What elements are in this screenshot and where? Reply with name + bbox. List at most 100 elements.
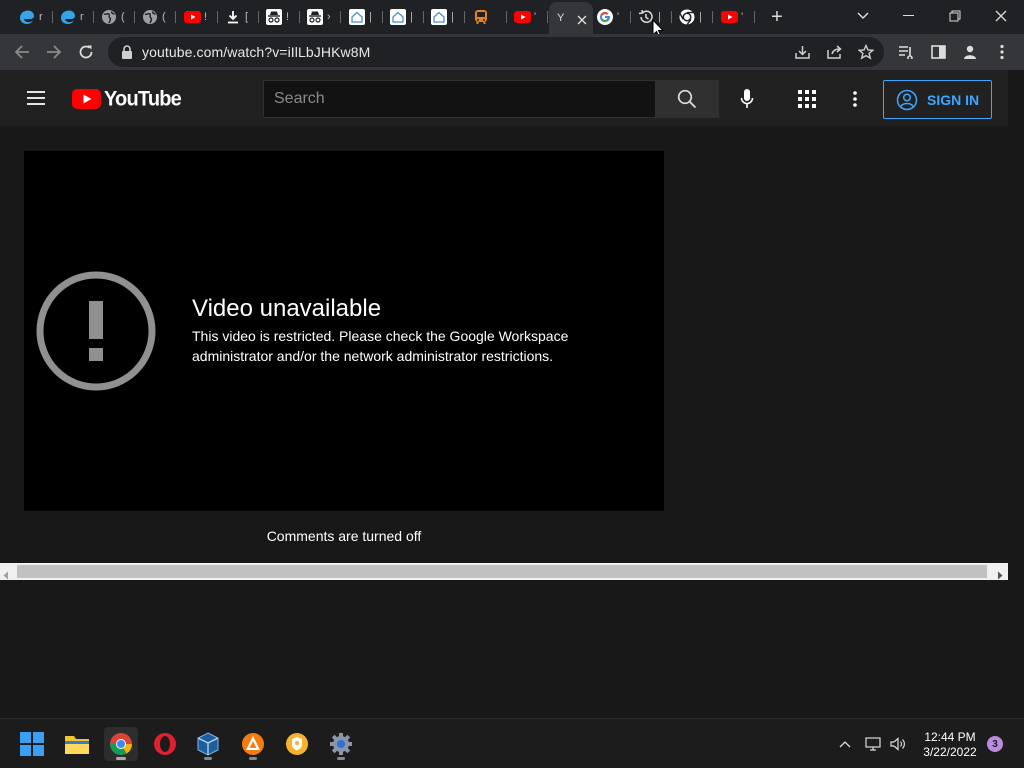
- globe-icon: [141, 8, 159, 26]
- side-panel-button[interactable]: [924, 38, 952, 66]
- guide-menu-button[interactable]: [22, 84, 50, 112]
- taskbar-chrome[interactable]: [104, 727, 138, 761]
- browser-tab[interactable]: ': [590, 4, 631, 30]
- forward-button[interactable]: [40, 38, 68, 66]
- taskbar-vlc-app[interactable]: [236, 727, 270, 761]
- taskbar-virtualbox[interactable]: [191, 727, 225, 761]
- browser-tab-strip: r r((![! › | | | ' Y ' | | ' +: [0, 0, 1024, 38]
- browser-tab[interactable]: |: [672, 4, 713, 30]
- comments-status: Comments are turned off: [266, 528, 422, 544]
- system-clock[interactable]: 12:44 PM 3/22/2022: [910, 730, 990, 760]
- horizontal-scrollbar[interactable]: [0, 563, 1008, 580]
- tab-title: |: [369, 11, 372, 23]
- browser-tab[interactable]: ': [714, 4, 755, 30]
- chevron-down-icon: [857, 12, 869, 19]
- watch-page-content: Video unavailable This video is restrict…: [0, 126, 1008, 563]
- browser-tab[interactable]: Y: [549, 2, 593, 34]
- taskbar-opera[interactable]: [148, 727, 182, 761]
- chrome-logo-icon: [110, 733, 132, 755]
- browser-tab[interactable]: !: [259, 4, 300, 30]
- tab-separator: [754, 11, 755, 23]
- address-bar[interactable]: youtube.com/watch?v=iIlLbJHKw8M: [108, 37, 884, 67]
- reload-icon: [79, 45, 93, 59]
- install-icon: [794, 46, 810, 59]
- new-tab-button[interactable]: +: [766, 6, 788, 28]
- volume-control[interactable]: [889, 735, 907, 753]
- youtube-favicon-icon: [183, 8, 201, 26]
- exclamation-circle-icon: [36, 271, 156, 391]
- close-window-button[interactable]: [978, 0, 1024, 32]
- apps-button[interactable]: [792, 84, 822, 114]
- browser-tab[interactable]: [: [218, 4, 259, 30]
- browser-tab[interactable]: r: [12, 4, 53, 30]
- tab-title: [: [245, 11, 249, 23]
- house-icon: [430, 8, 448, 26]
- arrow-right-icon: [47, 45, 62, 59]
- taskbar-settings[interactable]: [324, 727, 358, 761]
- profile-button[interactable]: [956, 38, 984, 66]
- running-indicator: [337, 757, 345, 760]
- browser-tab[interactable]: |: [424, 4, 465, 30]
- scroll-left-arrow[interactable]: [3, 567, 9, 585]
- tab-search-button[interactable]: [840, 0, 886, 32]
- house-icon: [389, 8, 407, 26]
- scroll-right-arrow[interactable]: [997, 567, 1003, 585]
- taskbar-shield-app[interactable]: [280, 727, 314, 761]
- browser-tab[interactable]: !: [177, 4, 218, 30]
- running-indicator: [204, 757, 212, 760]
- close-icon: [577, 15, 587, 25]
- settings-menu-button[interactable]: [840, 84, 870, 114]
- clock-time: 12:44 PM: [924, 730, 976, 744]
- tab-title: r: [80, 11, 84, 23]
- sign-in-button[interactable]: SIGN IN: [883, 80, 992, 119]
- chrome-logo-icon: [678, 8, 696, 26]
- error-message: This video is restricted. Please check t…: [192, 328, 569, 364]
- network-icon: [865, 737, 881, 751]
- back-button[interactable]: [8, 38, 36, 66]
- speaker-icon: [890, 737, 905, 751]
- browser-tab[interactable]: [466, 4, 507, 30]
- start-button[interactable]: [15, 727, 49, 761]
- share-button[interactable]: [820, 38, 848, 66]
- tab-title: |: [451, 11, 454, 23]
- notification-badge[interactable]: 3: [987, 736, 1003, 752]
- tab-title: ': [534, 11, 537, 23]
- sign-in-label: SIGN IN: [927, 91, 980, 108]
- restore-icon: [949, 10, 961, 22]
- network-status[interactable]: [864, 735, 882, 753]
- video-player[interactable]: Video unavailable This video is restrict…: [24, 151, 664, 511]
- search-button[interactable]: [655, 80, 719, 118]
- browser-tab[interactable]: ›: [300, 4, 341, 30]
- youtube-logo[interactable]: YouTube: [72, 86, 182, 111]
- voice-search-button[interactable]: [732, 84, 762, 114]
- restore-button[interactable]: [932, 0, 978, 32]
- browser-tab[interactable]: (: [135, 4, 176, 30]
- browser-tab[interactable]: r: [53, 4, 94, 30]
- bookmark-button[interactable]: [852, 38, 880, 66]
- scrollbar-thumb[interactable]: [17, 565, 987, 578]
- tab-separator: [340, 11, 341, 23]
- browser-tab[interactable]: (: [94, 4, 135, 30]
- install-app-button[interactable]: [788, 38, 816, 66]
- gear-icon: [330, 733, 352, 755]
- kebab-menu-icon: [853, 91, 857, 107]
- taskbar-file-explorer[interactable]: [60, 727, 94, 761]
- browser-menu-button[interactable]: [988, 38, 1016, 66]
- google-g-icon: [596, 8, 614, 26]
- browser-tab[interactable]: ': [507, 4, 548, 30]
- youtube-logo-text: YouTube: [104, 86, 182, 111]
- show-hidden-icons-button[interactable]: [836, 736, 854, 752]
- browser-tab[interactable]: |: [383, 4, 424, 30]
- close-tab-button[interactable]: [577, 12, 587, 30]
- youtube-favicon-icon: [720, 8, 738, 26]
- browser-tab[interactable]: |: [342, 4, 383, 30]
- reading-list-button[interactable]: [892, 38, 920, 66]
- opera-logo-icon: [154, 733, 176, 755]
- orange-app-icon: [242, 733, 264, 755]
- reload-button[interactable]: [72, 38, 100, 66]
- virtualbox-cube-icon: [197, 732, 219, 756]
- triangle-right-icon: [998, 571, 1003, 580]
- share-icon: [826, 45, 842, 59]
- search-input[interactable]: [263, 80, 656, 118]
- minimize-button[interactable]: [886, 0, 932, 32]
